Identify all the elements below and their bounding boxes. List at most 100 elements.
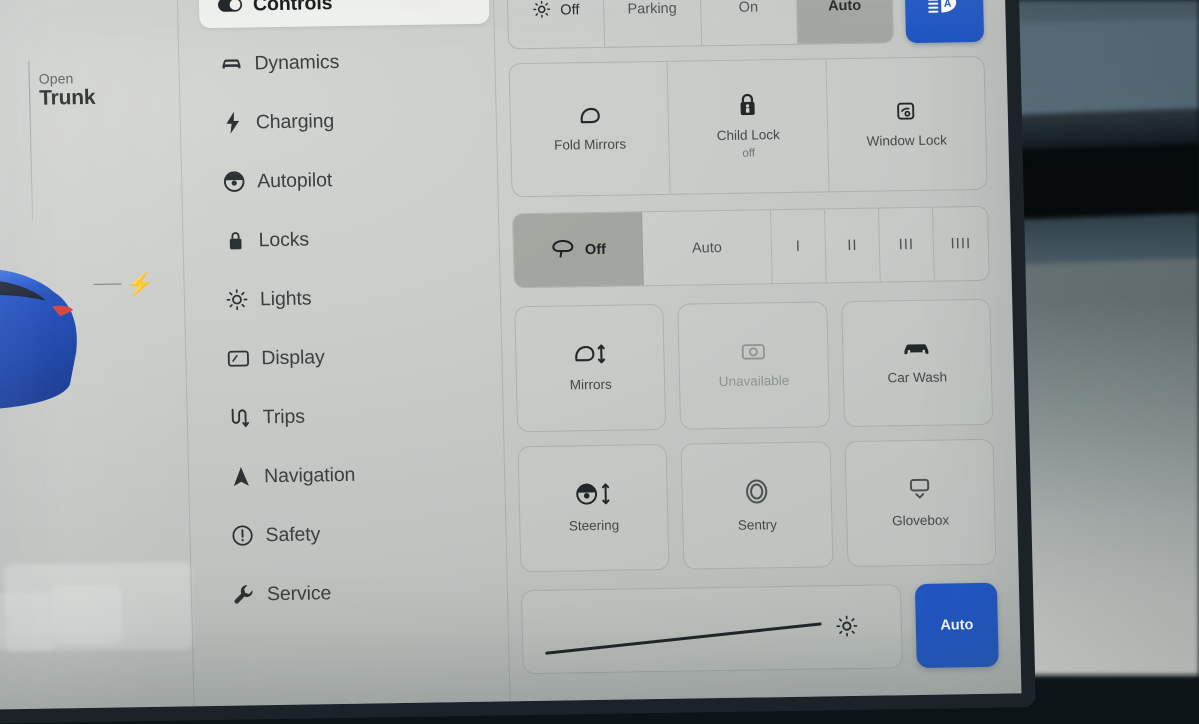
sentry-lens-icon <box>741 476 772 506</box>
sidebar-item-autopilot[interactable]: Autopilot <box>203 155 494 206</box>
wiper-option-label: IIII <box>950 235 971 252</box>
controls-pane: Off Parking On Auto <box>506 0 998 674</box>
sidebar-item-label: Locks <box>258 228 309 252</box>
headlight-option-label: Parking <box>627 1 677 18</box>
steering-adjust-icon <box>572 481 615 508</box>
brightness-slider[interactable] <box>521 584 903 674</box>
headlight-option-parking[interactable]: Parking <box>604 0 702 47</box>
sidebar-item-navigation[interactable]: Navigation <box>210 450 501 501</box>
screen-icon <box>221 349 255 368</box>
lightning-bolt-icon: ⚡ <box>125 271 154 299</box>
svg-text:A: A <box>944 0 952 9</box>
vehicle-panel: Open Trunk <box>0 0 194 710</box>
child-lock-state: off <box>742 148 755 160</box>
mirror-adjust-icon <box>570 342 611 367</box>
sidebar-item-label: Charging <box>256 110 335 134</box>
camera-unavailable-card: Unavailable <box>678 301 830 429</box>
mirror-lock-row: Fold Mirrors Child Lock off Window Lock <box>508 56 987 197</box>
tile-label: Fold Mirrors <box>554 135 626 154</box>
open-trunk-label[interactable]: Open Trunk <box>39 70 96 111</box>
toggle-switch-icon <box>213 0 247 13</box>
auto-high-beam-icon: A <box>927 0 962 20</box>
sidebar-item-dynamics[interactable]: Dynamics <box>200 37 491 88</box>
blurred-card-3 <box>2 560 194 653</box>
wiper-option-auto[interactable]: Auto <box>642 210 773 285</box>
sidebar-item-label: Controls <box>253 0 333 16</box>
tile-label: Child Lock <box>717 126 780 145</box>
headlight-option-auto[interactable]: Auto <box>796 0 893 44</box>
wiper-speed-segmented: Off Auto I II III IIII <box>512 206 990 288</box>
navigation-arrow-icon <box>224 465 259 488</box>
brightness-row: Auto <box>521 583 999 674</box>
brightness-auto-label: Auto <box>940 617 973 634</box>
headlight-option-label: Auto <box>828 0 861 14</box>
brightness-slider-track[interactable] <box>545 622 822 655</box>
sidebar-item-locks[interactable]: Locks <box>204 214 495 265</box>
child-lock-tile[interactable]: Child Lock off <box>668 59 829 193</box>
car-front-icon <box>214 54 248 73</box>
headlight-mode-segmented: Off Parking On Auto <box>506 0 894 49</box>
card-label: Car Wash <box>887 369 947 387</box>
wiper-option-off[interactable]: Off <box>513 212 644 287</box>
sidebar-item-label: Display <box>261 346 325 370</box>
sidebar-item-label: Lights <box>260 287 312 311</box>
sidebar-item-controls[interactable]: Controls <box>198 0 489 28</box>
sidebar-item-label: Safety <box>265 523 320 547</box>
wiper-option-3[interactable]: III <box>879 208 935 282</box>
sidebar-item-charging[interactable]: Charging <box>201 96 492 147</box>
car-wash-icon <box>901 339 931 359</box>
padlock-icon <box>218 229 253 252</box>
card-label: Steering <box>569 517 620 535</box>
auto-high-beam-button[interactable]: A <box>904 0 984 43</box>
sun-brightness-icon[interactable] <box>835 614 860 643</box>
sidebar-item-trips[interactable]: Trips <box>208 391 499 442</box>
child-lock-icon <box>736 93 759 117</box>
screen-content: Open Trunk <box>0 0 1021 710</box>
trunk-action-verb: Open <box>39 70 96 87</box>
fold-mirrors-tile[interactable]: Fold Mirrors <box>510 62 671 196</box>
window-lock-tile[interactable]: Window Lock <box>826 57 986 191</box>
camera-icon <box>740 341 767 363</box>
card-label: Unavailable <box>719 372 790 391</box>
sidebar-item-label: Service <box>267 582 332 606</box>
card-label: Glovebox <box>892 512 949 530</box>
exclamation-circle-icon <box>225 524 260 547</box>
headlight-sun-icon <box>532 0 552 22</box>
wiper-option-label: III <box>898 236 914 253</box>
quick-actions-grid: Mirrors Unavailable Car Wash <box>514 299 996 572</box>
wrench-icon <box>227 583 262 606</box>
wiper-option-2[interactable]: II <box>825 209 881 283</box>
settings-sidebar: Controls Dynamics Charging Autopilot <box>198 0 503 631</box>
glovebox-icon <box>907 476 934 502</box>
glovebox-card[interactable]: Glovebox <box>844 439 996 567</box>
sidebar-item-label: Trips <box>262 405 305 429</box>
mirror-icon <box>575 105 604 127</box>
headlight-option-on[interactable]: On <box>700 0 798 45</box>
sidebar-item-lights[interactable]: Lights <box>205 273 496 324</box>
center-touchscreen: Open Trunk <box>0 0 1036 724</box>
sentry-card[interactable]: Sentry <box>681 441 833 569</box>
car-wash-card[interactable]: Car Wash <box>841 299 993 427</box>
wiper-option-1[interactable]: I <box>771 209 827 283</box>
brightness-auto-button[interactable]: Auto <box>915 583 999 668</box>
wiper-option-label: Auto <box>692 240 722 256</box>
card-label: Sentry <box>738 516 777 534</box>
wiper-option-4[interactable]: IIII <box>933 207 989 281</box>
mirrors-card[interactable]: Mirrors <box>514 304 666 432</box>
wiper-option-label: I <box>796 238 802 255</box>
sidebar-item-display[interactable]: Display <box>207 332 498 383</box>
sidebar-item-label: Autopilot <box>257 169 333 193</box>
headlight-option-label: Off <box>560 2 579 18</box>
headlight-option-label: On <box>739 0 759 16</box>
headlight-option-off[interactable]: Off <box>507 0 605 48</box>
window-lock-icon <box>894 99 919 123</box>
steering-card[interactable]: Steering <box>518 444 670 572</box>
steering-wheel-icon <box>217 170 252 193</box>
sidebar-item-safety[interactable]: Safety <box>211 509 502 560</box>
sidebar-item-service[interactable]: Service <box>212 568 503 619</box>
lightning-bolt-icon <box>216 111 251 134</box>
wiper-option-label: II <box>847 237 858 254</box>
vehicle-image <box>0 233 157 453</box>
headlights-row: Off Parking On Auto <box>506 0 984 49</box>
trunk-action-target: Trunk <box>39 86 96 111</box>
